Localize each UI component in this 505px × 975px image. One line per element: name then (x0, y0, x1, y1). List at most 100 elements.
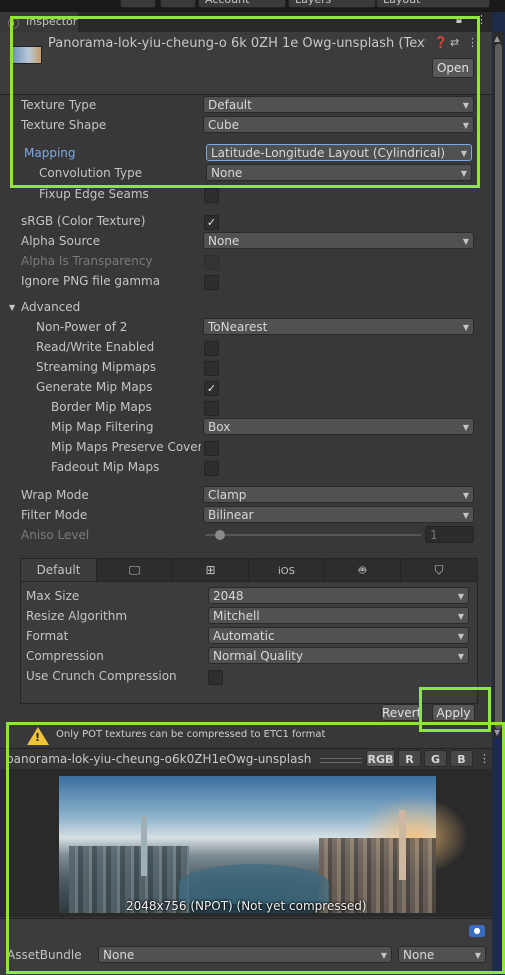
account-dropdown[interactable]: Account (198, 0, 286, 8)
convolution-type-label: Convolution Type (39, 166, 143, 180)
read-write-row: Read/Write Enabled (0, 338, 492, 358)
scroll-down-icon[interactable]: ▼ (494, 728, 500, 737)
dropdown-arrow-icon: ▼ (462, 511, 469, 520)
scroll-up-icon[interactable]: ▲ (494, 34, 500, 43)
lock-icon[interactable]: 🔒︎ (456, 13, 462, 27)
toolbar-button[interactable] (120, 0, 156, 8)
fadeout-mip-maps-checkbox[interactable] (204, 461, 219, 476)
preview-menu-icon[interactable]: ⋮ (479, 752, 490, 765)
fixup-edge-seams-checkbox[interactable] (204, 188, 219, 203)
drag-handle[interactable] (320, 758, 362, 763)
non-power-of-2-dropdown[interactable]: ToNearest ▼ (203, 318, 474, 335)
use-crunch-row: Use Crunch Compression (21, 667, 477, 687)
generate-mip-maps-row: Generate Mip Maps ✓ (0, 378, 492, 398)
dropdown-arrow-icon: ▼ (462, 491, 469, 500)
texture-shape-label: Texture Shape (21, 118, 107, 132)
layers-dropdown[interactable]: Layers (288, 0, 376, 8)
asset-header: Panorama-lok-yiu-cheung-o 6k 0ZH 1e Owg-… (0, 32, 492, 95)
preset-icon[interactable]: ⇄ (450, 36, 459, 49)
panorama-image (59, 776, 469, 913)
toolbar-button[interactable] (160, 0, 196, 8)
format-dropdown[interactable]: Automatic ▼ (208, 627, 469, 644)
apply-button[interactable]: Apply (432, 704, 475, 721)
streaming-mipmaps-checkbox[interactable] (204, 361, 219, 376)
help-icon[interactable]: ❓ (434, 36, 448, 49)
filter-mode-dropdown[interactable]: Bilinear ▼ (203, 506, 474, 523)
dropdown-value: Cube (208, 118, 239, 132)
dropdown-arrow-icon: ▼ (460, 169, 467, 178)
advanced-foldout[interactable]: ▼ Advanced (0, 298, 492, 318)
scrollbar-thumb[interactable] (495, 44, 502, 729)
compression-dropdown[interactable]: Normal Quality ▼ (208, 647, 469, 664)
slider-handle[interactable] (215, 530, 225, 540)
tab-label: Inspector (26, 15, 78, 28)
open-button[interactable]: Open (432, 58, 474, 78)
tab-android[interactable]: 🤖︎ (325, 559, 401, 581)
mapping-dropdown[interactable]: Latitude-Longitude Layout (Cylindrical) ▼ (206, 144, 472, 161)
tab-default[interactable]: Default (21, 559, 97, 581)
assetbundle-name-dropdown[interactable]: None ▼ (98, 946, 392, 963)
ignore-png-gamma-label: Ignore PNG file gamma (21, 274, 161, 288)
channel-b-button[interactable]: B (450, 750, 473, 767)
texture-shape-dropdown[interactable]: Cube ▼ (203, 116, 474, 133)
dropdown-value: None (403, 948, 435, 962)
ignore-png-gamma-checkbox[interactable] (204, 275, 219, 290)
dropdown-value: None (208, 234, 240, 248)
texture-type-dropdown[interactable]: Default ▼ (203, 96, 474, 113)
non-power-of-2-label: Non-Power of 2 (36, 320, 128, 334)
image-tower-right (399, 810, 406, 880)
tab-inspector[interactable]: ⓘ Inspector (0, 12, 78, 32)
convolution-type-dropdown[interactable]: None ▼ (206, 164, 472, 181)
dropdown-arrow-icon: ▼ (457, 612, 464, 621)
channel-rgb-button[interactable]: RGB (366, 750, 395, 767)
format-label: Format (26, 629, 69, 643)
channel-g-button[interactable]: G (424, 750, 447, 767)
platform-settings: Default 🖵 ⊞ iOS 🤖︎ ⛉ Max Size 2048 ▼ Resi… (20, 558, 478, 704)
aniso-level-field[interactable]: 1 (425, 526, 474, 543)
label-tag-icon[interactable]: ● (469, 925, 485, 937)
dropdown-arrow-icon: ▼ (462, 101, 469, 110)
mip-maps-preserve-coverage-checkbox[interactable] (204, 441, 219, 456)
streaming-mipmaps-label: Streaming Mipmaps (36, 360, 157, 374)
asset-labels-footer: ● AssetBundle None ▼ None ▼ (0, 918, 492, 975)
resize-algorithm-label: Resize Algorithm (26, 609, 128, 623)
assetbundle-variant-dropdown[interactable]: None ▼ (398, 946, 486, 963)
resize-algorithm-dropdown[interactable]: Mitchell ▼ (208, 607, 469, 624)
dropdown-value: 2048 (213, 589, 244, 603)
tab-ios[interactable]: iOS (249, 559, 325, 581)
use-crunch-label: Use Crunch Compression (26, 669, 177, 683)
read-write-checkbox[interactable] (204, 341, 219, 356)
use-crunch-checkbox[interactable] (208, 670, 223, 685)
mapping-row: Mapping Latitude-Longitude Layout (Cylin… (0, 144, 492, 164)
foldout-arrow-icon[interactable]: ▼ (9, 303, 15, 312)
info-icon: ⓘ (8, 17, 19, 30)
revert-button[interactable]: Revert (381, 704, 420, 721)
dropdown-value: Bilinear (208, 508, 254, 522)
ignore-png-gamma-row: Ignore PNG file gamma (0, 272, 492, 292)
aniso-level-slider[interactable] (205, 530, 421, 540)
alpha-source-dropdown[interactable]: None ▼ (203, 232, 474, 249)
max-size-dropdown[interactable]: 2048 ▼ (208, 587, 469, 604)
dropdown-value: Latitude-Longitude Layout (Cylindrical) (211, 146, 446, 160)
border-mip-maps-checkbox[interactable] (204, 401, 219, 416)
dropdown-value: Automatic (213, 629, 275, 643)
mip-map-filtering-dropdown[interactable]: Box ▼ (203, 418, 474, 435)
tab-windows-store[interactable]: ⊞ (173, 559, 249, 581)
wrap-mode-dropdown[interactable]: Clamp ▼ (203, 486, 474, 503)
texture-preview[interactable]: 2048x756 (NPOT) (Not yet compressed) (0, 769, 492, 917)
inspector-scrollbar[interactable]: ▲ ▼ (492, 12, 505, 975)
image-harbour (179, 864, 329, 904)
alpha-source-label: Alpha Source (21, 234, 101, 248)
tab-standalone[interactable]: 🖵 (97, 559, 173, 581)
tab-webgl[interactable]: ⛉ (401, 559, 477, 581)
layout-dropdown[interactable]: Layout (376, 0, 490, 8)
channel-r-button[interactable]: R (398, 750, 421, 767)
context-menu-icon[interactable]: ⋮ (467, 36, 478, 49)
aniso-level-label: Aniso Level (21, 528, 90, 542)
fixup-edge-seams-label: Fixup Edge Seams (39, 187, 149, 201)
dropdown-arrow-icon: ▼ (474, 951, 481, 960)
menu-kebab-icon[interactable]: ⋮ (476, 13, 487, 26)
ios-label: iOS (278, 566, 295, 577)
srgb-checkbox[interactable]: ✓ (204, 215, 219, 230)
generate-mip-maps-checkbox[interactable]: ✓ (204, 381, 219, 396)
